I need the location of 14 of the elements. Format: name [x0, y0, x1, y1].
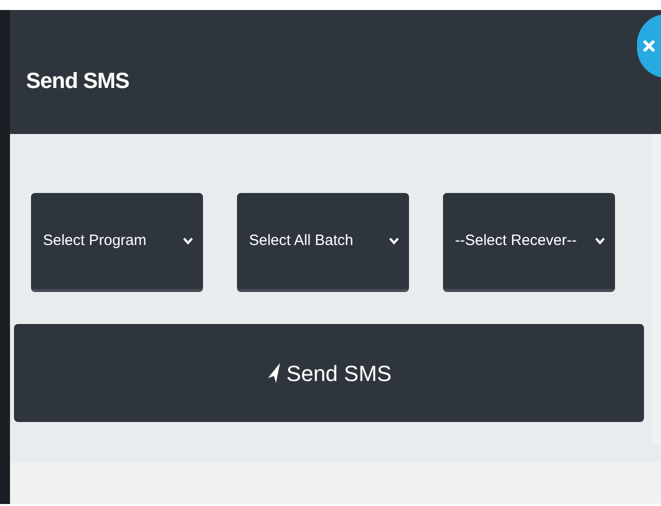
horizontal-scrollbar[interactable] [10, 462, 661, 504]
chevron-down-icon [389, 237, 399, 245]
close-icon [643, 40, 655, 52]
select-dropdown[interactable]: Select All Batch [237, 193, 409, 292]
chevron-down-icon [183, 237, 193, 245]
chevron-down-icon [595, 237, 605, 245]
dialog-title: Send SMS [26, 66, 130, 94]
send-sms-button[interactable]: Send SMS [14, 324, 644, 422]
select-placeholder: Select Program [43, 230, 146, 251]
select-dropdown[interactable]: Select Program [31, 193, 203, 292]
select-placeholder: --Select Recever-- [455, 230, 577, 251]
select-placeholder: Select All Batch [249, 230, 354, 251]
select-dropdown[interactable]: --Select Recever-- [443, 193, 615, 292]
vertical-scrollbar[interactable] [652, 134, 661, 444]
